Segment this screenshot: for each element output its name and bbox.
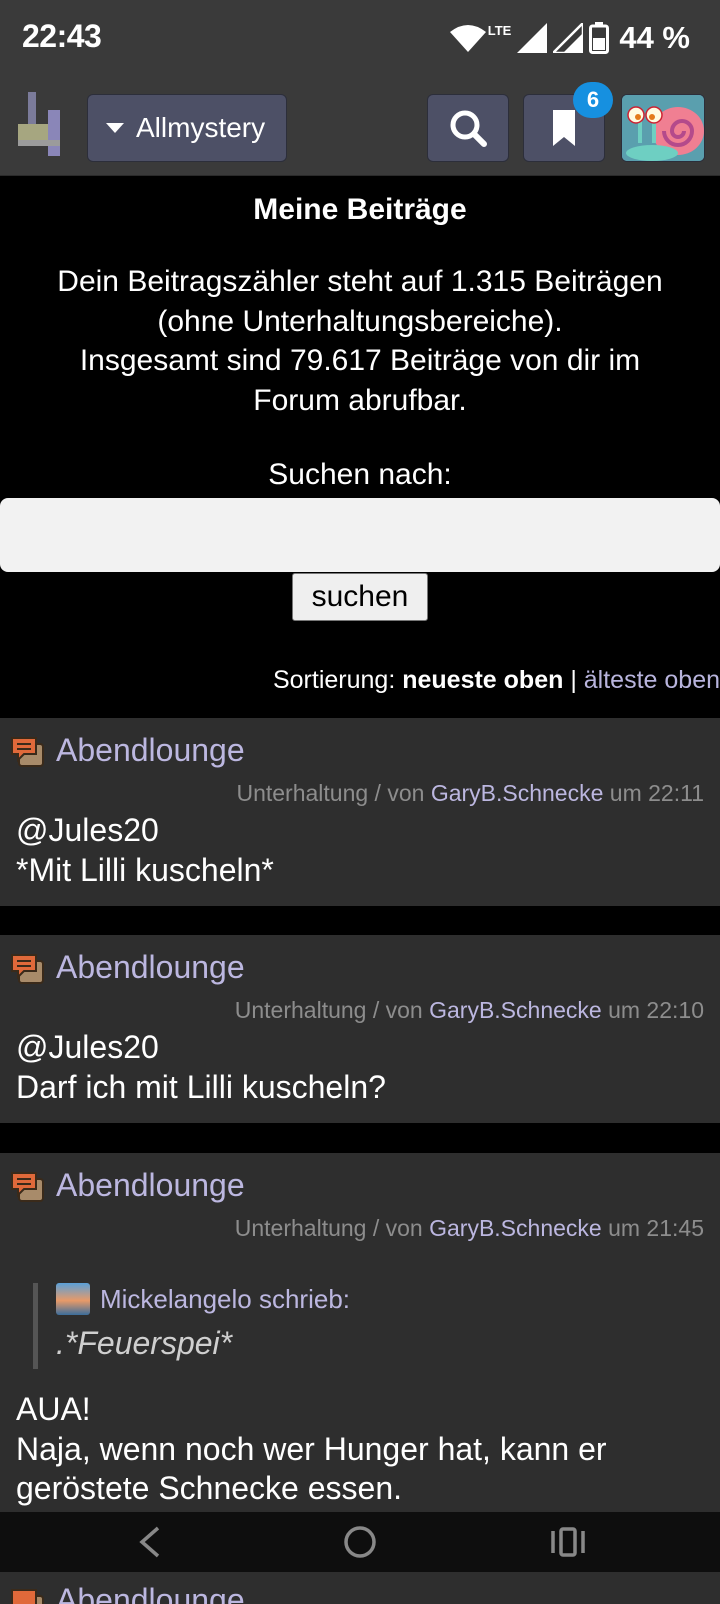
post-category: Unterhaltung / von — [234, 997, 423, 1023]
clock: 22:43 — [22, 18, 102, 54]
post-meta: Unterhaltung / von GaryB.Schnecke um 22:… — [236, 780, 704, 807]
recents-icon — [551, 1527, 585, 1557]
post-item: Abendlounge Unterhaltung / von GaryB.Sch… — [0, 1153, 720, 1512]
thread-title-link[interactable]: Abendlounge — [56, 1167, 245, 1204]
quote-text: .*Feuerspei* — [56, 1325, 233, 1361]
snail-avatar-icon — [622, 95, 704, 161]
search-submit-button[interactable]: suchen — [292, 573, 428, 621]
post-category: Unterhaltung / von — [234, 1215, 423, 1241]
post-body: @Jules20 Darf ich mit Lilli kuscheln? — [16, 1028, 706, 1107]
app-header: Allmystery 6 — [0, 80, 720, 176]
intro-line: Forum abrufbar. — [253, 383, 467, 417]
network-type: LTE — [487, 22, 512, 38]
nav-home-button[interactable] — [340, 1522, 380, 1562]
post-time: um 21:45 — [608, 1215, 704, 1241]
author-link[interactable]: GaryB.Schnecke — [429, 997, 602, 1023]
home-icon — [344, 1526, 376, 1558]
system-nav-bar — [0, 1512, 720, 1572]
forum-selector-dropdown[interactable]: Allmystery — [87, 94, 287, 162]
thread-title-link[interactable]: Abendlounge — [56, 1582, 245, 1604]
status-icons: LTE 44 % — [449, 18, 690, 58]
sort-separator: | — [570, 666, 577, 694]
sort-newest-option[interactable]: neueste oben — [402, 666, 563, 694]
sort-label: Sortierung: — [272, 666, 396, 694]
post-line: *Mit Lilli kuscheln* — [16, 851, 274, 888]
nav-back-button[interactable] — [130, 1522, 170, 1562]
post-meta: Unterhaltung / von GaryB.Schnecke um 21:… — [235, 1215, 704, 1242]
battery-level: 44 % — [619, 20, 690, 55]
post-time: um 22:10 — [608, 997, 704, 1023]
search-input[interactable] — [0, 498, 720, 572]
thread-icon — [11, 1172, 44, 1202]
sort-options: Sortierung: neueste oben | älteste oben — [273, 666, 720, 695]
author-link[interactable]: GaryB.Schnecke — [431, 780, 604, 806]
quote-author[interactable]: Mickelangelo schrieb: — [100, 1284, 350, 1315]
post-item: Abendlounge — [0, 1572, 720, 1604]
post-count-intro: Dein Beitragszähler steht auf 1.315 Beit… — [0, 262, 720, 420]
thread-title-link[interactable]: Abendlounge — [56, 949, 245, 986]
post-line: geröstete Schnecke essen. — [16, 1470, 403, 1506]
signal-2-icon — [553, 23, 584, 53]
intro-line: (ohne Unterhaltungsbereiche). — [157, 304, 563, 338]
intro-line: Dein Beitragszähler steht auf 1.315 Beit… — [57, 265, 663, 298]
post-quote: Mickelangelo schrieb: .*Feuerspei* — [33, 1283, 653, 1369]
post-category: Unterhaltung / von — [236, 780, 425, 806]
post-line: @Jules20 — [16, 1029, 159, 1065]
intro-line: Insgesamt sind 79.617 Beiträge von dir i… — [79, 344, 641, 377]
bookmark-icon — [553, 110, 575, 146]
post-meta: Unterhaltung / von GaryB.Schnecke um 22:… — [235, 997, 704, 1024]
quote-header: Mickelangelo schrieb: — [56, 1283, 653, 1315]
notification-badge[interactable]: 6 — [573, 82, 613, 118]
author-link[interactable]: GaryB.Schnecke — [429, 1215, 602, 1241]
search-icon — [450, 110, 487, 147]
post-line: @Jules20 — [16, 812, 159, 848]
sort-oldest-link[interactable]: älteste oben — [584, 666, 720, 694]
thread-icon — [11, 1589, 44, 1604]
post-body: AUA! Naja, wenn noch wer Hunger hat, kan… — [16, 1390, 706, 1509]
post-line: Naja, wenn noch wer Hunger hat, kann er — [16, 1430, 607, 1467]
post-item: Abendlounge Unterhaltung / von GaryB.Sch… — [0, 935, 720, 1123]
logo-icon[interactable] — [18, 92, 66, 160]
caret-down-icon — [106, 123, 124, 133]
post-line: AUA! — [16, 1391, 91, 1427]
avatar[interactable] — [621, 94, 705, 162]
nav-recents-button[interactable] — [548, 1522, 588, 1562]
post-item: Abendlounge Unterhaltung / von GaryB.Sch… — [0, 718, 720, 906]
status-bar: 22:43 LTE 44 % — [0, 0, 720, 80]
back-icon — [139, 1526, 160, 1558]
page-title: Meine Beiträge — [253, 193, 467, 226]
thread-icon — [11, 954, 44, 984]
wifi-icon — [449, 25, 486, 52]
thread-icon — [11, 737, 44, 767]
post-body: @Jules20 *Mit Lilli kuscheln* — [16, 811, 706, 890]
thread-title-link[interactable]: Abendlounge — [56, 732, 245, 769]
post-time: um 22:11 — [609, 780, 704, 806]
search-button[interactable] — [427, 94, 509, 162]
battery-icon — [589, 22, 610, 54]
post-line: Darf ich mit Lilli kuscheln? — [16, 1068, 386, 1105]
forum-selector-label: Allmystery — [136, 112, 266, 143]
search-label: Suchen nach: — [268, 458, 452, 491]
signal-icon — [517, 23, 548, 53]
quote-author-avatar — [56, 1283, 90, 1315]
